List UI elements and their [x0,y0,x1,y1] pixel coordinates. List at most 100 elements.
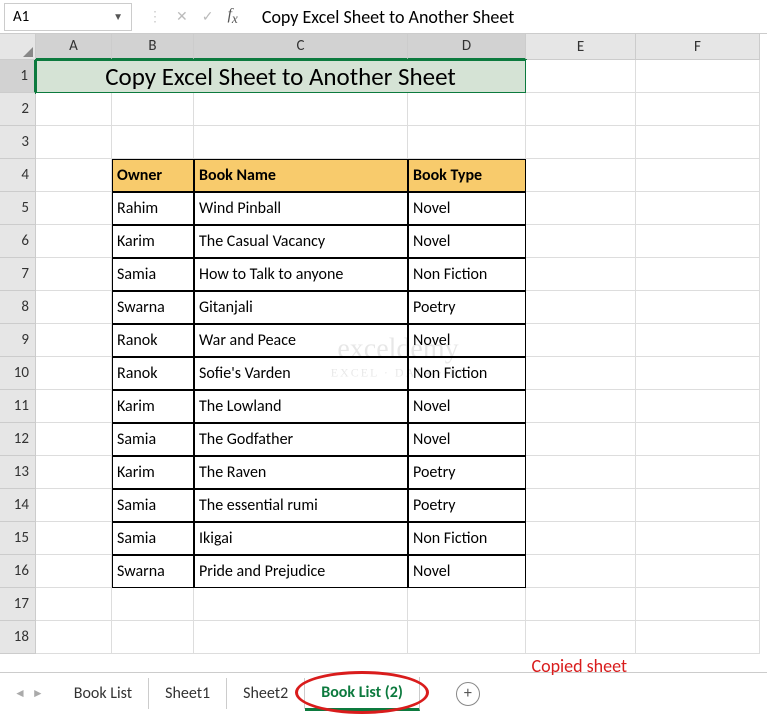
col-header-C[interactable]: C [194,34,408,60]
cell-D17[interactable] [408,588,526,621]
row-header-6[interactable]: 6 [0,225,36,258]
cell-F14[interactable] [636,489,760,522]
row-header-10[interactable]: 10 [0,357,36,390]
col-header-E[interactable]: E [526,34,636,60]
row-header-8[interactable]: 8 [0,291,36,324]
cell-B10[interactable]: Ranok [112,357,194,390]
cell-A16[interactable] [36,555,112,588]
cell-E10[interactable] [526,357,636,390]
cell-C14[interactable]: The essential rumi [194,489,408,522]
cell-C3[interactable] [194,126,408,159]
sheet-tab-3[interactable]: Book List (2) [305,677,420,711]
cell-B13[interactable]: Karim [112,456,194,489]
cell-D13[interactable]: Poetry [408,456,526,489]
cell-F17[interactable] [636,588,760,621]
cell-A12[interactable] [36,423,112,456]
cell-F8[interactable] [636,291,760,324]
row-header-14[interactable]: 14 [0,489,36,522]
cell-E3[interactable] [526,126,636,159]
cell-E12[interactable] [526,423,636,456]
cell-C5[interactable]: Wind Pinball [194,192,408,225]
cell-C18[interactable] [194,621,408,654]
cell-E5[interactable] [526,192,636,225]
cell-E15[interactable] [526,522,636,555]
cell-A14[interactable] [36,489,112,522]
cell-C9[interactable]: War and Peace [194,324,408,357]
col-header-F[interactable]: F [636,34,760,60]
cell-E13[interactable] [526,456,636,489]
cell-B8[interactable]: Swarna [112,291,194,324]
cell-C17[interactable] [194,588,408,621]
cell-E14[interactable] [526,489,636,522]
row-header-11[interactable]: 11 [0,390,36,423]
cell-E4[interactable] [526,159,636,192]
cell-C13[interactable]: The Raven [194,456,408,489]
cell-A18[interactable] [36,621,112,654]
row-header-16[interactable]: 16 [0,555,36,588]
cell-A17[interactable] [36,588,112,621]
cell-D15[interactable]: Non Fiction [408,522,526,555]
cell-D6[interactable]: Novel [408,225,526,258]
cell-D10[interactable]: Non Fiction [408,357,526,390]
cell-E9[interactable] [526,324,636,357]
cell-A10[interactable] [36,357,112,390]
chevron-down-icon[interactable]: ▼ [113,10,123,23]
cell-C10[interactable]: Sofie's Varden [194,357,408,390]
cell-F18[interactable] [636,621,760,654]
cell-D18[interactable] [408,621,526,654]
cell-F12[interactable] [636,423,760,456]
cell-B4[interactable]: Owner [112,159,194,192]
cell-B17[interactable] [112,588,194,621]
cell-E11[interactable] [526,390,636,423]
sheet-tab-0[interactable]: Book List [58,678,149,709]
cell-A13[interactable] [36,456,112,489]
cell-A6[interactable] [36,225,112,258]
cell-C11[interactable]: The Lowland [194,390,408,423]
row-header-18[interactable]: 18 [0,621,36,654]
select-all-corner[interactable] [0,34,36,60]
cell-B7[interactable]: Samia [112,258,194,291]
cell-E8[interactable] [526,291,636,324]
cell-A1[interactable]: Copy Excel Sheet to Another Sheet [36,60,526,93]
cell-E16[interactable] [526,555,636,588]
cell-D5[interactable]: Novel [408,192,526,225]
cell-A4[interactable] [36,159,112,192]
cell-F16[interactable] [636,555,760,588]
cell-F1[interactable] [636,60,760,93]
cell-D9[interactable]: Novel [408,324,526,357]
cell-F15[interactable] [636,522,760,555]
cell-F13[interactable] [636,456,760,489]
col-header-B[interactable]: B [112,34,194,60]
nav-prev-icon[interactable]: ◄ [14,686,26,701]
cell-C4[interactable]: Book Name [194,159,408,192]
cell-E18[interactable] [526,621,636,654]
cell-C6[interactable]: The Casual Vacancy [194,225,408,258]
row-header-3[interactable]: 3 [0,126,36,159]
cell-E6[interactable] [526,225,636,258]
cell-B6[interactable]: Karim [112,225,194,258]
cell-D7[interactable]: Non Fiction [408,258,526,291]
cell-A11[interactable] [36,390,112,423]
cell-F9[interactable] [636,324,760,357]
cell-A7[interactable] [36,258,112,291]
row-header-9[interactable]: 9 [0,324,36,357]
cell-A9[interactable] [36,324,112,357]
row-header-7[interactable]: 7 [0,258,36,291]
cell-F7[interactable] [636,258,760,291]
row-header-17[interactable]: 17 [0,588,36,621]
cell-D11[interactable]: Novel [408,390,526,423]
cell-C16[interactable]: Pride and Prejudice [194,555,408,588]
cell-B15[interactable]: Samia [112,522,194,555]
cell-B16[interactable]: Swarna [112,555,194,588]
cell-C7[interactable]: How to Talk to anyone [194,258,408,291]
cell-B3[interactable] [112,126,194,159]
row-header-15[interactable]: 15 [0,522,36,555]
new-sheet-button[interactable]: + [456,682,480,706]
formula-input[interactable]: Copy Excel Sheet to Another Sheet [250,6,767,28]
sheet-tab-2[interactable]: Sheet2 [227,678,305,709]
cell-F2[interactable] [636,93,760,126]
col-header-A[interactable]: A [36,34,112,60]
cell-F11[interactable] [636,390,760,423]
cell-B18[interactable] [112,621,194,654]
cell-A5[interactable] [36,192,112,225]
